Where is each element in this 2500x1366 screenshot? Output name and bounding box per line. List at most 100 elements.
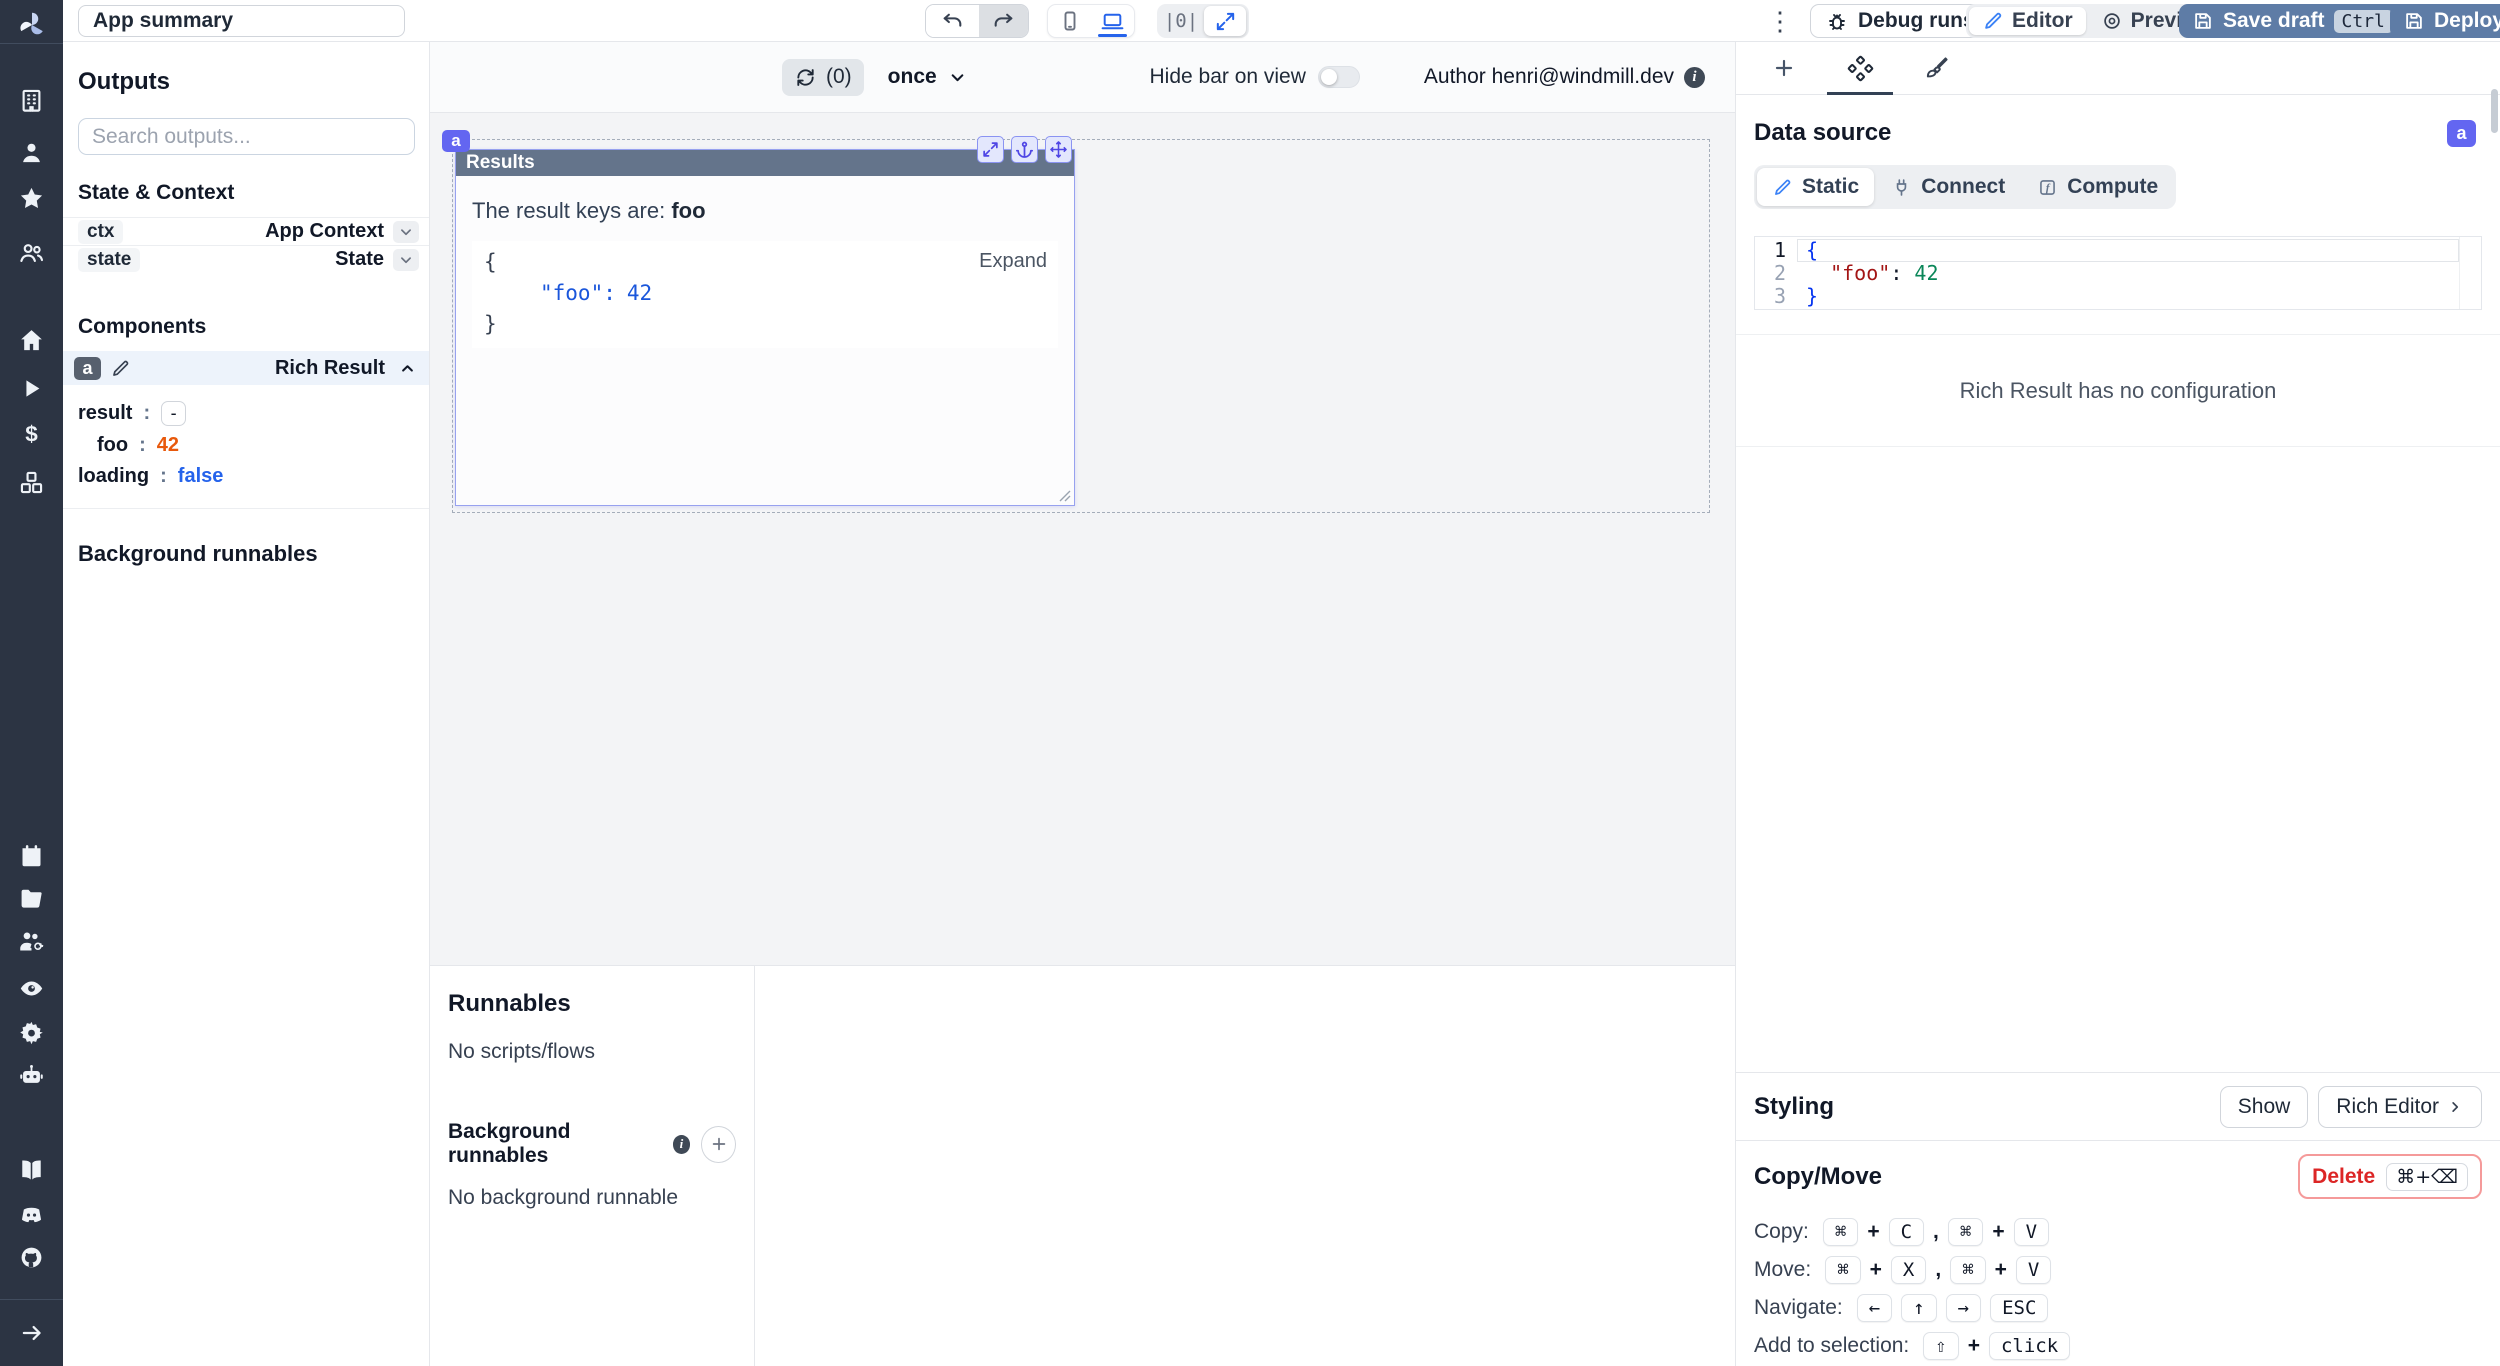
run-mode-dropdown[interactable]: once — [888, 65, 968, 89]
save-icon — [2192, 10, 2214, 32]
layout-toggle-group: |0| — [1157, 4, 1249, 38]
component-title: Results — [466, 152, 535, 174]
shortcut-separator: , — [1933, 1220, 1939, 1244]
prop-key: loading — [78, 465, 149, 488]
sidebar-item-runs[interactable] — [0, 371, 63, 405]
sidebar-item-docs[interactable] — [0, 1152, 63, 1186]
main-sidebar: $ — [0, 0, 63, 1366]
expand-canvas-button[interactable] — [1204, 6, 1246, 36]
more-menu-button[interactable]: ⋮ — [1769, 4, 1791, 38]
desktop-view-button[interactable] — [1091, 4, 1134, 38]
shortcut-row: Navigate:←↑→ESC — [1754, 1294, 2482, 1322]
bug-icon — [1825, 9, 1849, 33]
prop-key: foo — [97, 434, 128, 457]
ctx-value: App Context — [265, 220, 384, 243]
mobile-view-button[interactable] — [1048, 4, 1091, 38]
debug-runs-button[interactable]: Debug runs — [1810, 4, 1990, 38]
sidebar-item-folders[interactable] — [0, 881, 63, 915]
refresh-icon — [794, 66, 817, 89]
connect-mode-button[interactable]: Connect — [1876, 168, 2020, 206]
deploy-button[interactable]: Deploy — [2390, 4, 2500, 38]
shortcut-label: Copy: — [1754, 1220, 1809, 1244]
boxes-icon — [18, 469, 45, 496]
sidebar-item-variables[interactable]: $ — [0, 417, 63, 451]
sidebar-item-resources[interactable] — [0, 465, 63, 499]
rich-editor-button[interactable]: Rich Editor — [2318, 1086, 2482, 1128]
info-icon[interactable]: i — [1684, 67, 1705, 88]
sidebar-item-home[interactable] — [0, 323, 63, 357]
sidebar-item-user[interactable] — [0, 135, 63, 169]
code-line-2: "foo": 42 — [1797, 262, 2459, 285]
laptop-icon — [1100, 9, 1125, 34]
sidebar-item-schedules[interactable] — [0, 838, 63, 872]
user-icon — [18, 139, 45, 166]
rich-result-component[interactable]: a Results The result keys are: foo — [455, 149, 1075, 506]
tab-global-styling[interactable] — [1898, 42, 1974, 94]
preview-icon — [2101, 10, 2123, 32]
dollar-icon: $ — [18, 421, 45, 448]
kbd-key: ⌘ — [1948, 1218, 1983, 1246]
add-background-runnable-button[interactable] — [701, 1126, 736, 1163]
editor-scroll-column — [2459, 237, 2481, 309]
tab-component-settings[interactable] — [1822, 42, 1898, 94]
component-list-item[interactable]: a Rich Result — [63, 351, 429, 385]
sidebar-item-ai[interactable] — [0, 1058, 63, 1092]
ctx-row[interactable]: ctx App Context — [63, 217, 429, 245]
state-expand-button[interactable] — [393, 249, 419, 271]
shortcut-row: Move:⌘+X,⌘+V — [1754, 1256, 2482, 1284]
outputs-title: Outputs — [78, 68, 414, 96]
hide-bar-toggle[interactable] — [1318, 66, 1360, 88]
json-open-brace: { — [484, 247, 1046, 278]
collapse-result-button[interactable]: - — [161, 401, 186, 426]
tab-insert-component[interactable] — [1746, 42, 1822, 94]
windmill-logo-icon[interactable] — [0, 8, 63, 42]
component-anchor-button[interactable] — [1011, 136, 1038, 163]
json-code-editor[interactable]: 1 2 3 { "foo": 42 } — [1754, 236, 2482, 310]
sidebar-item-groups[interactable] — [0, 235, 63, 269]
chevron-down-icon — [947, 67, 968, 88]
component-fullscreen-button[interactable] — [977, 136, 1004, 163]
resize-handle[interactable] — [1059, 490, 1071, 502]
refresh-button[interactable]: (0) — [782, 59, 864, 96]
app-summary-input[interactable] — [78, 5, 405, 37]
json-kv-line: "foo":42 — [484, 278, 1046, 309]
component-collapse-button[interactable] — [394, 357, 420, 380]
edit-pencil-icon[interactable] — [110, 358, 131, 379]
show-label: Show — [2238, 1095, 2291, 1119]
ctx-expand-button[interactable] — [393, 221, 419, 243]
chevron-down-icon — [397, 251, 415, 269]
delete-component-button[interactable]: Delete ⌘+⌫ — [2298, 1154, 2482, 1199]
styling-show-button[interactable]: Show — [2220, 1086, 2309, 1128]
sidebar-item-settings[interactable] — [0, 1015, 63, 1049]
expand-link[interactable]: Expand — [979, 246, 1047, 277]
chevron-up-icon — [398, 359, 417, 378]
sidebar-item-audit[interactable] — [0, 971, 63, 1005]
sidebar-item-workspace[interactable] — [0, 83, 63, 117]
component-move-button[interactable] — [1045, 136, 1072, 163]
kbd-key: ⌘ — [1825, 1256, 1860, 1284]
search-outputs-input[interactable] — [78, 118, 415, 155]
sidebar-item-favorites[interactable] — [0, 181, 63, 215]
panel-spacer — [1736, 447, 2500, 1072]
line-number: 1 — [1755, 239, 1786, 262]
editor-tab[interactable]: Editor — [1969, 7, 2086, 35]
folder-icon — [18, 885, 45, 912]
panel-scrollbar[interactable] — [2491, 89, 2498, 133]
sidebar-item-workers[interactable] — [0, 924, 63, 958]
ctx-key-chip: ctx — [78, 220, 123, 244]
state-row[interactable]: state State — [63, 245, 429, 273]
sidebar-item-github[interactable] — [0, 1240, 63, 1274]
redo-button[interactable] — [979, 4, 1028, 38]
sidebar-item-discord[interactable] — [0, 1196, 63, 1230]
code-lines: { "foo": 42 } — [1797, 237, 2459, 309]
robot-icon — [18, 1062, 45, 1089]
compute-mode-button[interactable]: f Compute — [2022, 168, 2173, 206]
undo-button[interactable] — [926, 4, 979, 38]
sidebar-collapse-toggle[interactable] — [0, 1316, 63, 1350]
paintbrush-icon — [1923, 55, 1949, 81]
align-zero-button[interactable]: |0| — [1160, 6, 1202, 36]
output-prop-foo: foo : 42 — [63, 430, 429, 461]
app-canvas[interactable]: a Results The result keys are: foo — [430, 112, 1735, 965]
info-icon[interactable]: i — [673, 1135, 691, 1154]
static-mode-button[interactable]: Static — [1757, 168, 1874, 206]
